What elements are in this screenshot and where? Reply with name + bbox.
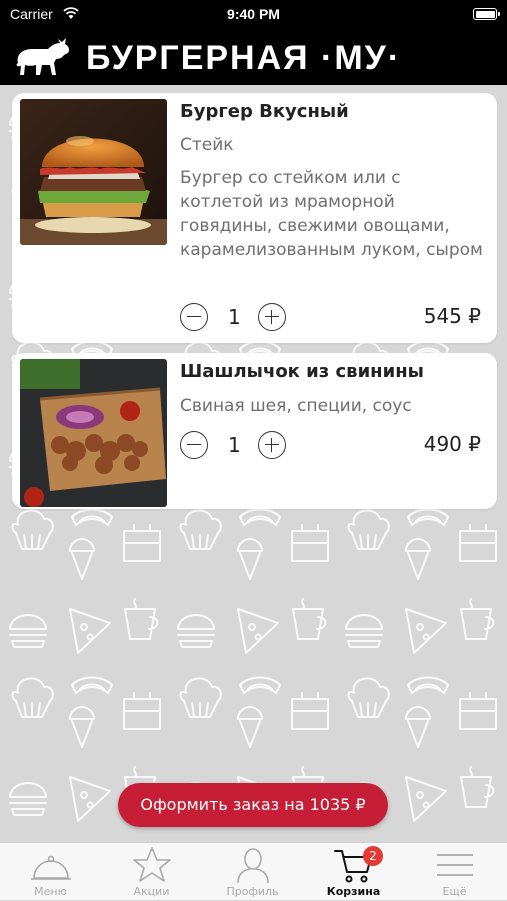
item-name: Бургер Вкусный (180, 101, 349, 122)
increase-quantity-button[interactable] (258, 303, 286, 331)
quantity-stepper: 1 490 ₽ (180, 431, 481, 461)
status-bar: Carrier 9:40 PM (0, 0, 507, 30)
quantity-stepper: 1 545 ₽ (180, 303, 481, 333)
burger-photo (20, 99, 167, 245)
shashlik-photo (20, 359, 167, 507)
decrease-quantity-button[interactable] (180, 431, 208, 459)
tab-bar: Меню Акции Профиль 2 Корзина Ещё (0, 842, 507, 900)
user-icon (237, 848, 269, 884)
increase-quantity-button[interactable] (258, 431, 286, 459)
tab-label: Ещё (442, 885, 467, 898)
cart-count-badge: 2 (363, 846, 383, 866)
cloche-icon (31, 855, 71, 880)
item-description: Свиная шея, специи, соус (180, 396, 412, 416)
bull-logo-icon (16, 38, 69, 75)
clock: 9:40 PM (227, 6, 280, 22)
tab-label: Меню (34, 885, 67, 898)
star-icon (133, 847, 171, 882)
minus-icon (187, 443, 201, 446)
decrease-quantity-button[interactable] (180, 303, 208, 331)
battery-icon (473, 8, 500, 20)
item-price: 545 ₽ (423, 304, 481, 328)
quantity-value: 1 (228, 305, 241, 329)
tab-label: Профиль (226, 885, 279, 898)
item-description: Бургер со стейком или с котлетой из мрам… (180, 168, 483, 260)
quantity-value: 1 (228, 433, 241, 457)
menu-icon (437, 854, 473, 876)
brand-title: БУРГЕРНАЯ ·МУ· (86, 39, 402, 77)
tab-menu[interactable]: Меню (0, 843, 101, 901)
item-subtitle: Стейк (180, 135, 234, 155)
tab-promotions[interactable]: Акции (101, 843, 202, 901)
cart-item-card: Бургер Вкусный Стейк Бургер со стейком и… (12, 93, 497, 343)
item-name: Шашлычок из свинины (180, 361, 424, 382)
checkout-button[interactable]: Оформить заказ на 1035 ₽ (118, 783, 388, 827)
item-price: 490 ₽ (423, 432, 481, 456)
tab-cart[interactable]: 2 Корзина (303, 843, 404, 901)
tab-profile[interactable]: Профиль (202, 843, 303, 901)
tab-label: Акции (133, 885, 170, 898)
tab-more[interactable]: Ещё (404, 843, 505, 901)
cart-item-card: Шашлычок из свинины Свиная шея, специи, … (12, 353, 497, 509)
app-header: БУРГЕРНАЯ ·МУ· (0, 30, 507, 85)
minus-icon (187, 315, 201, 318)
tab-label: Корзина (326, 885, 381, 898)
